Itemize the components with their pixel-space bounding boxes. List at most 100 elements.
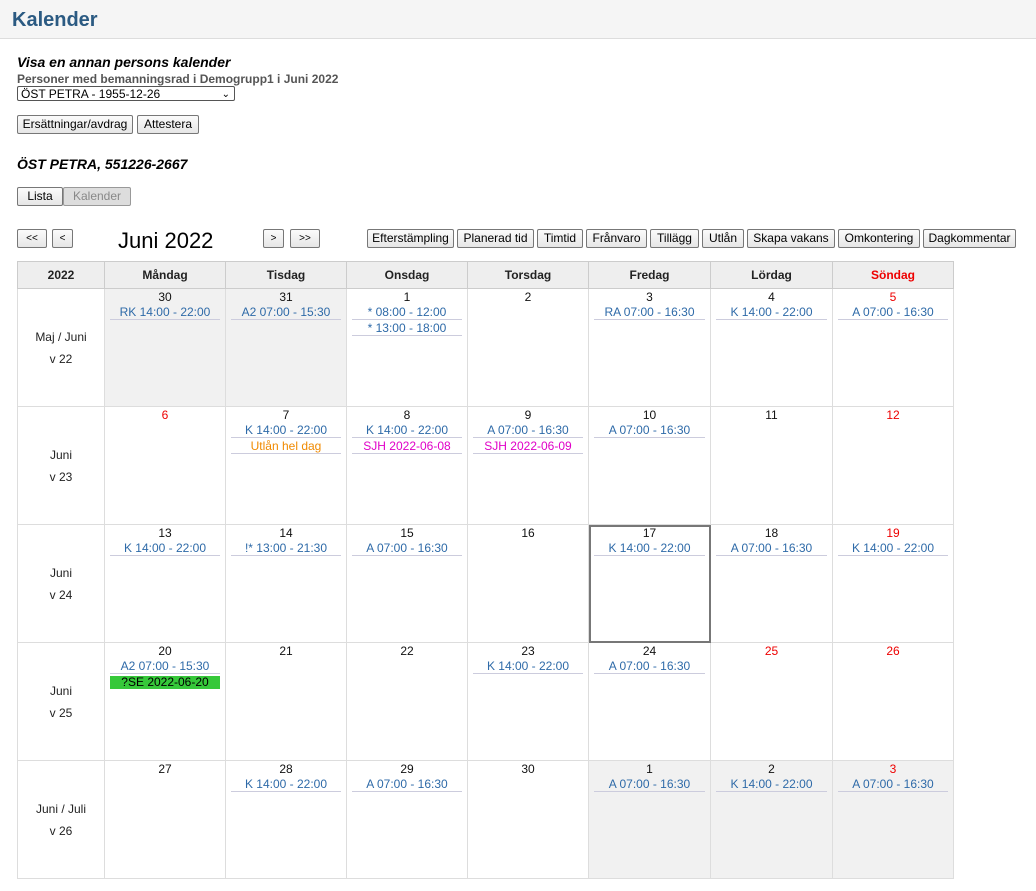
day-cell[interactable]: 11 <box>710 406 833 525</box>
calendar-event[interactable]: A 07:00 - 16:30 <box>594 660 705 674</box>
day-cell[interactable]: 1 * 08:00 - 12:00 * 13:00 - 18:00 <box>346 288 468 407</box>
calendar-event[interactable]: A 07:00 - 16:30 <box>473 424 583 438</box>
day-cell[interactable]: 16 <box>467 524 589 643</box>
calendar-event[interactable]: K 14:00 - 22:00 <box>231 424 341 438</box>
day-number[interactable]: 21 <box>226 644 346 658</box>
day-number[interactable]: 8 <box>347 408 467 422</box>
day-number[interactable]: 3 <box>589 290 710 304</box>
day-number[interactable]: 26 <box>833 644 953 658</box>
day-number[interactable]: 24 <box>589 644 710 658</box>
day-number[interactable]: 28 <box>226 762 346 776</box>
calendar-event[interactable]: RA 07:00 - 16:30 <box>594 306 705 320</box>
day-number[interactable]: 23 <box>468 644 588 658</box>
calendar-event[interactable]: A 07:00 - 16:30 <box>838 306 948 320</box>
calendar-event[interactable]: !* 13:00 - 21:30 <box>231 542 341 556</box>
calendar-event[interactable]: A 07:00 - 16:30 <box>352 542 462 556</box>
day-cell[interactable]: 5 A 07:00 - 16:30 <box>832 288 954 407</box>
day-number[interactable]: 15 <box>347 526 467 540</box>
day-number[interactable]: 13 <box>105 526 225 540</box>
calendar-event[interactable]: K 14:00 - 22:00 <box>594 542 705 556</box>
day-cell[interactable]: 3 A 07:00 - 16:30 <box>832 760 954 879</box>
day-number[interactable]: 30 <box>105 290 225 304</box>
calendar-event[interactable]: K 14:00 - 22:00 <box>473 660 583 674</box>
day-number[interactable]: 18 <box>711 526 832 540</box>
first-month-button[interactable]: << <box>17 229 47 248</box>
last-month-button[interactable]: >> <box>290 229 320 248</box>
day-cell[interactable]: 20 A2 07:00 - 15:30 ?SE 2022-06-20 <box>104 642 226 761</box>
action-omkontering[interactable]: Omkontering <box>838 229 920 248</box>
action-tillagg[interactable]: Tillägg <box>650 229 699 248</box>
day-cell[interactable]: 2 <box>467 288 589 407</box>
day-number[interactable]: 9 <box>468 408 588 422</box>
day-cell[interactable]: 26 <box>832 642 954 761</box>
person-select[interactable]: ÖST PETRA - 1955-12-26 ⌄ <box>17 86 235 101</box>
day-number[interactable]: 19 <box>833 526 953 540</box>
day-number[interactable]: 12 <box>833 408 953 422</box>
day-cell[interactable]: 19 K 14:00 - 22:00 <box>832 524 954 643</box>
action-dagkommentar[interactable]: Dagkommentar <box>923 229 1016 248</box>
tab-kalender[interactable]: Kalender <box>63 187 131 206</box>
day-number[interactable]: 2 <box>468 290 588 304</box>
day-cell[interactable]: 1 A 07:00 - 16:30 <box>588 760 711 879</box>
day-cell[interactable]: 3 RA 07:00 - 16:30 <box>588 288 711 407</box>
day-cell[interactable]: 30 <box>467 760 589 879</box>
day-number[interactable]: 1 <box>589 762 710 776</box>
day-cell[interactable]: 8 K 14:00 - 22:00 SJH 2022-06-08 <box>346 406 468 525</box>
tab-lista[interactable]: Lista <box>17 187 63 206</box>
day-cell[interactable]: 14 !* 13:00 - 21:30 <box>225 524 347 643</box>
action-skapa-vakans[interactable]: Skapa vakans <box>747 229 835 248</box>
calendar-event[interactable]: K 14:00 - 22:00 <box>716 778 827 792</box>
day-cell[interactable]: 18 A 07:00 - 16:30 <box>710 524 833 643</box>
day-cell[interactable]: 23 K 14:00 - 22:00 <box>467 642 589 761</box>
day-number[interactable]: 4 <box>711 290 832 304</box>
day-number[interactable]: 25 <box>711 644 832 658</box>
day-cell[interactable]: 21 <box>225 642 347 761</box>
calendar-event[interactable]: * 13:00 - 18:00 <box>352 322 462 336</box>
calendar-event[interactable]: A 07:00 - 16:30 <box>838 778 948 792</box>
calendar-event[interactable]: K 14:00 - 22:00 <box>716 306 827 320</box>
calendar-event[interactable]: SJH 2022-06-09 <box>473 440 583 454</box>
action-planerad-tid[interactable]: Planerad tid <box>457 229 534 248</box>
day-cell[interactable]: 12 <box>832 406 954 525</box>
action-franvaro[interactable]: Frånvaro <box>586 229 647 248</box>
day-cell[interactable]: 30 RK 14:00 - 22:00 <box>104 288 226 407</box>
calendar-event[interactable]: A 07:00 - 16:30 <box>594 778 705 792</box>
attestera-button[interactable]: Attestera <box>137 115 199 134</box>
day-number[interactable]: 11 <box>711 408 832 422</box>
day-cell[interactable]: 24 A 07:00 - 16:30 <box>588 642 711 761</box>
day-cell[interactable]: 31 A2 07:00 - 15:30 <box>225 288 347 407</box>
day-cell[interactable]: 15 A 07:00 - 16:30 <box>346 524 468 643</box>
day-number[interactable]: 1 <box>347 290 467 304</box>
calendar-event[interactable]: A2 07:00 - 15:30 <box>231 306 341 320</box>
calendar-event[interactable]: ?SE 2022-06-20 <box>110 676 220 689</box>
calendar-event[interactable]: A 07:00 - 16:30 <box>594 424 705 438</box>
day-number[interactable]: 17 <box>589 526 710 540</box>
day-number[interactable]: 30 <box>468 762 588 776</box>
day-cell[interactable]: 2 K 14:00 - 22:00 <box>710 760 833 879</box>
day-cell[interactable]: 28 K 14:00 - 22:00 <box>225 760 347 879</box>
day-number[interactable]: 29 <box>347 762 467 776</box>
calendar-event[interactable]: * 08:00 - 12:00 <box>352 306 462 320</box>
day-cell[interactable]: 29 A 07:00 - 16:30 <box>346 760 468 879</box>
calendar-event[interactable]: A2 07:00 - 15:30 <box>110 660 220 674</box>
calendar-event[interactable]: K 14:00 - 22:00 <box>110 542 220 556</box>
ersattningar-button[interactable]: Ersättningar/avdrag <box>17 115 133 134</box>
day-cell[interactable]: 4 K 14:00 - 22:00 <box>710 288 833 407</box>
calendar-event[interactable]: RK 14:00 - 22:00 <box>110 306 220 320</box>
day-cell[interactable]: 22 <box>346 642 468 761</box>
day-number[interactable]: 2 <box>711 762 832 776</box>
action-timtid[interactable]: Timtid <box>537 229 583 248</box>
day-cell[interactable]: 7 K 14:00 - 22:00 Utlån hel dag <box>225 406 347 525</box>
calendar-event[interactable]: K 14:00 - 22:00 <box>231 778 341 792</box>
day-number[interactable]: 6 <box>105 408 225 422</box>
calendar-event[interactable]: SJH 2022-06-08 <box>352 440 462 454</box>
day-number[interactable]: 10 <box>589 408 710 422</box>
day-cell[interactable]: 9 A 07:00 - 16:30 SJH 2022-06-09 <box>467 406 589 525</box>
calendar-event[interactable]: Utlån hel dag <box>231 440 341 454</box>
action-utlan[interactable]: Utlån <box>702 229 744 248</box>
day-number[interactable]: 5 <box>833 290 953 304</box>
day-number[interactable]: 31 <box>226 290 346 304</box>
next-month-button[interactable]: > <box>263 229 284 248</box>
prev-month-button[interactable]: < <box>52 229 73 248</box>
day-cell-today[interactable]: 17 K 14:00 - 22:00 <box>588 524 711 643</box>
